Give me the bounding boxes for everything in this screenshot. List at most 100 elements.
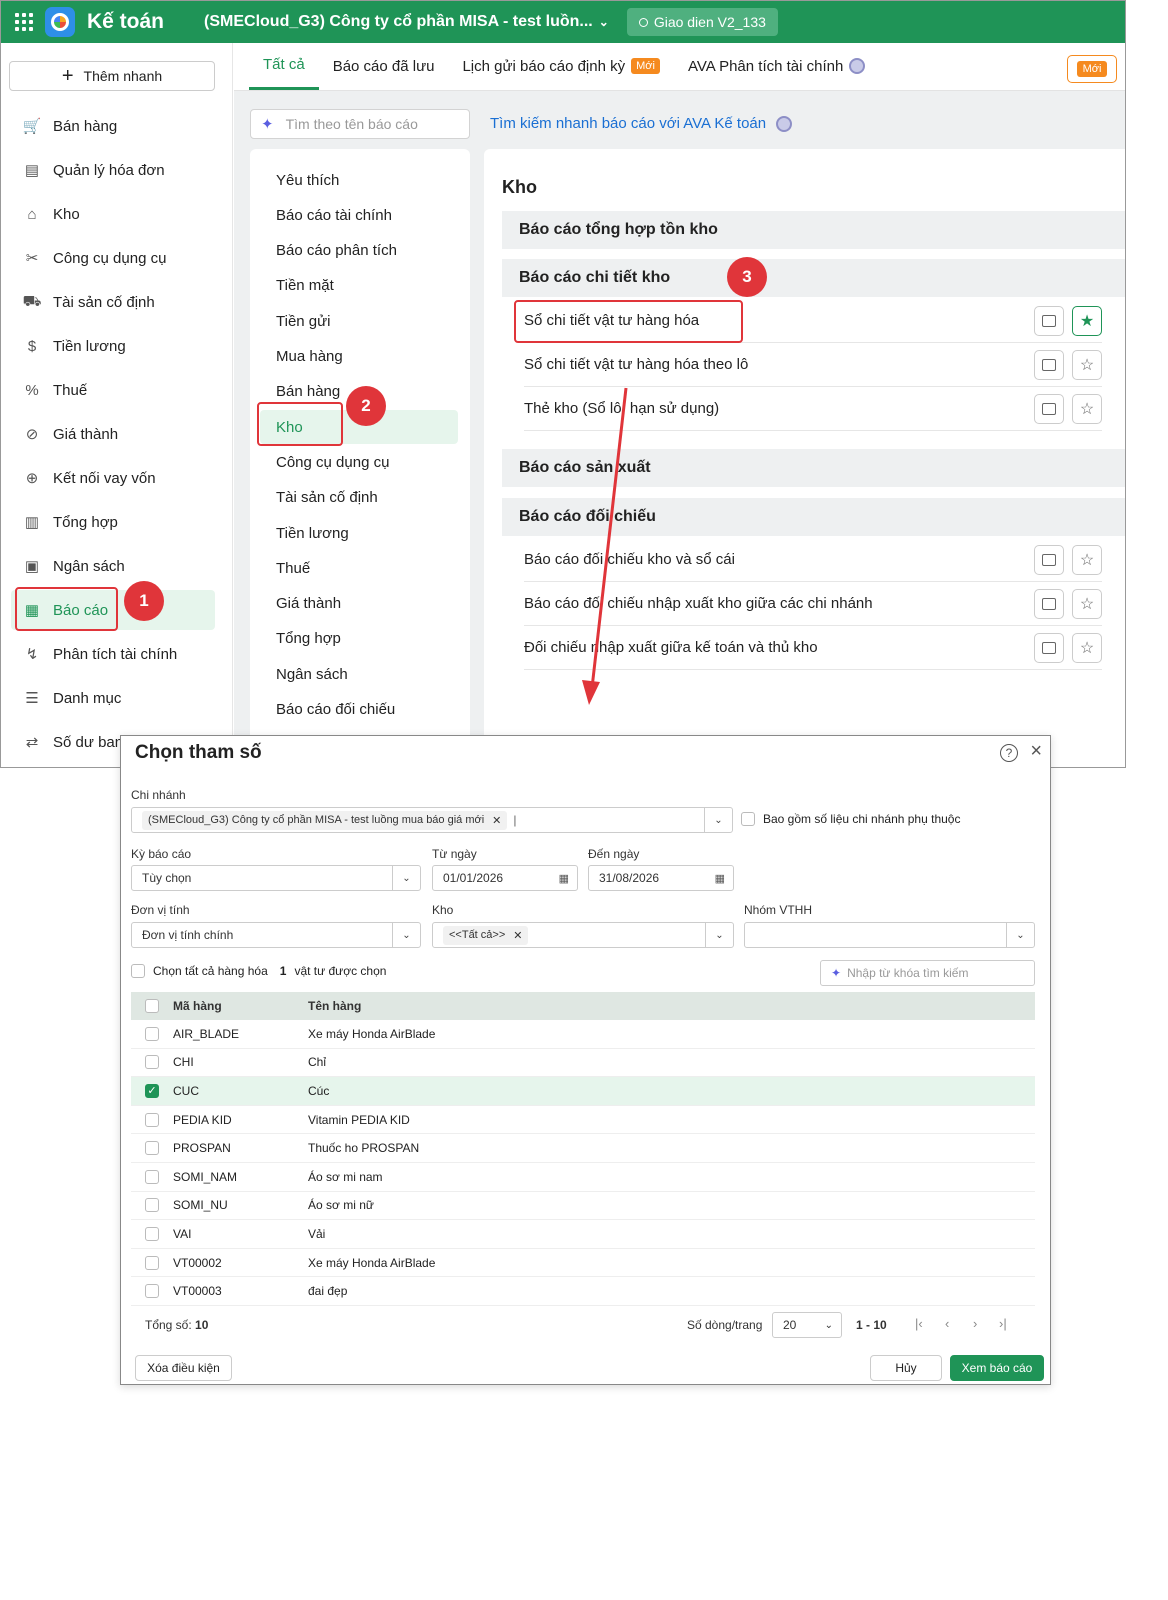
item-code: CUC [173,1083,199,1098]
table-row[interactable]: PEDIA KID Vitamin PEDIA KID [131,1106,1035,1135]
include-sub-label: Bao gồm số liệu chi nhánh phụ thuộc [763,812,961,826]
from-date-label: Từ ngày [432,847,477,861]
items-table: Mã hàng Tên hàng AIR_BLADE Xe máy Honda A… [131,992,1035,1306]
row-checkbox[interactable] [145,1141,159,1156]
period-label: Kỳ báo cáo [131,847,192,861]
warehouse-label: Kho [432,903,454,917]
select-all-items[interactable]: Chọn tất cả hàng hóa 1 vật tư được chọn [131,964,386,978]
table-row[interactable]: AIR_BLADE Xe máy Honda AirBlade [131,1020,1035,1049]
chevron-down-icon[interactable]: ⌄ [1006,923,1034,947]
item-name: Áo sơ mi nam [308,1169,383,1184]
chevron-down-icon[interactable]: ⌄ [392,923,420,947]
rows-per-page-value: 20 [783,1318,797,1332]
selected-count: 1 [279,964,287,978]
item-code: PEDIA KID [173,1112,232,1127]
item-name: Vải [308,1226,326,1241]
row-checkbox[interactable] [145,1226,159,1241]
item-name: Áo sơ mi nữ [308,1198,374,1213]
item-code: VAI [173,1226,192,1241]
rows-per-page-select[interactable]: 20 ⌄ [772,1312,842,1338]
item-code: VT00003 [173,1284,222,1299]
close-icon[interactable]: × [1030,740,1042,763]
item-code: PROSPAN [173,1141,231,1156]
branch-label: Chi nhánh [131,788,186,802]
remove-icon[interactable]: ✕ [492,814,501,827]
row-checkbox[interactable]: ✓ [145,1083,159,1098]
row-checkbox[interactable] [145,1055,159,1070]
table-row[interactable]: SOMI_NU Áo sơ mi nữ [131,1192,1035,1221]
period-select[interactable]: Tùy chọn ⌄ [131,865,421,891]
dialog-title: Chọn tham số [135,742,262,763]
row-checkbox[interactable] [145,1112,159,1127]
item-group-select[interactable]: ⌄ [744,922,1035,948]
branch-chip-label: (SMECloud_G3) Công ty cổ phần MISA - tes… [148,814,485,826]
period-value: Tùy chọn [142,871,192,885]
row-checkbox[interactable] [145,1284,159,1299]
unit-label: Đơn vị tính [131,903,190,917]
select-all-checkbox[interactable] [131,964,145,978]
row-checkbox[interactable] [145,1169,159,1184]
keyword-search-input[interactable]: ✦ Nhập từ khóa tìm kiếm [820,960,1035,986]
warehouse-select[interactable]: <<Tất cả>> ✕ ⌄ [432,922,734,948]
include-sub-checkbox[interactable] [741,812,755,826]
item-code: CHI [173,1055,194,1070]
item-code: SOMI_NU [173,1198,228,1213]
total-value: 10 [195,1318,209,1332]
total-count: Tổng số: 10 [145,1318,208,1332]
row-checkbox[interactable] [145,1255,159,1270]
to-date-input[interactable]: 31/08/2026 ▦ [588,865,734,891]
view-report-button[interactable]: Xem báo cáo [950,1355,1044,1381]
calendar-icon[interactable]: ▦ [559,872,569,885]
prev-page-icon[interactable]: ‹ [945,1316,949,1331]
item-group-label: Nhóm VTHH [744,903,813,917]
cancel-button[interactable]: Hủy [870,1355,942,1381]
help-icon[interactable]: ? [1000,744,1018,762]
rows-per-page-label: Số dòng/trang [687,1318,763,1332]
unit-value: Đơn vị tính chính [142,928,234,942]
col-name-header: Tên hàng [308,999,362,1013]
item-code: AIR_BLADE [173,1026,240,1041]
table-row[interactable]: VT00003 đai đẹp [131,1277,1035,1306]
row-checkbox[interactable] [145,1198,159,1213]
remove-icon[interactable]: ✕ [513,929,522,942]
table-row[interactable]: ✓ CUC Cúc [131,1077,1035,1106]
item-name: Xe máy Honda AirBlade [308,1026,436,1041]
keyword-placeholder: Nhập từ khóa tìm kiếm [847,966,969,980]
last-page-icon[interactable]: ›| [999,1316,1007,1331]
next-page-icon[interactable]: › [973,1316,977,1331]
to-date-value: 31/08/2026 [599,871,660,885]
item-name: Cúc [308,1083,330,1098]
table-row[interactable]: VAI Vải [131,1220,1035,1249]
selected-suffix: vật tư được chọn [294,964,387,978]
parameter-dialog: Chọn tham số ? × Chi nhánh (SMECloud_G3)… [120,735,1051,1385]
chevron-down-icon[interactable]: ⌄ [705,923,733,947]
item-name: Chỉ [308,1055,327,1070]
unit-select[interactable]: Đơn vị tính chính ⌄ [131,922,421,948]
to-date-label: Đến ngày [588,847,640,861]
select-all-label: Chọn tất cả hàng hóa [153,964,268,978]
calendar-icon[interactable]: ▦ [715,872,725,885]
total-label: Tổng số: [145,1318,192,1332]
table-row[interactable]: PROSPAN Thuốc ho PROSPAN [131,1134,1035,1163]
header-checkbox[interactable] [145,999,159,1013]
first-page-icon[interactable]: |‹ [915,1316,923,1331]
item-code: SOMI_NAM [173,1169,238,1184]
table-row[interactable]: SOMI_NAM Áo sơ mi nam [131,1163,1035,1192]
col-code-header: Mã hàng [173,999,222,1013]
item-name: Xe máy Honda AirBlade [308,1255,436,1270]
from-date-input[interactable]: 01/01/2026 ▦ [432,865,578,891]
branch-select[interactable]: (SMECloud_G3) Công ty cổ phần MISA - tes… [131,807,733,833]
item-name: Vitamin PEDIA KID [308,1112,410,1127]
chevron-down-icon[interactable]: ⌄ [392,866,420,890]
warehouse-chip-label: <<Tất cả>> [449,929,506,941]
clear-conditions-button[interactable]: Xóa điều kiện [135,1355,232,1381]
chevron-down-icon[interactable]: ⌄ [704,808,732,832]
chevron-down-icon: ⌄ [824,1319,833,1331]
table-row[interactable]: VT00002 Xe máy Honda AirBlade [131,1249,1035,1278]
table-row[interactable]: CHI Chỉ [131,1049,1035,1078]
annotation-arrow [582,387,628,705]
item-code: VT00002 [173,1255,222,1270]
include-sub-branches[interactable]: Bao gồm số liệu chi nhánh phụ thuộc [741,812,960,826]
row-checkbox[interactable] [145,1026,159,1041]
ai-search-icon: ✦ [831,966,842,980]
